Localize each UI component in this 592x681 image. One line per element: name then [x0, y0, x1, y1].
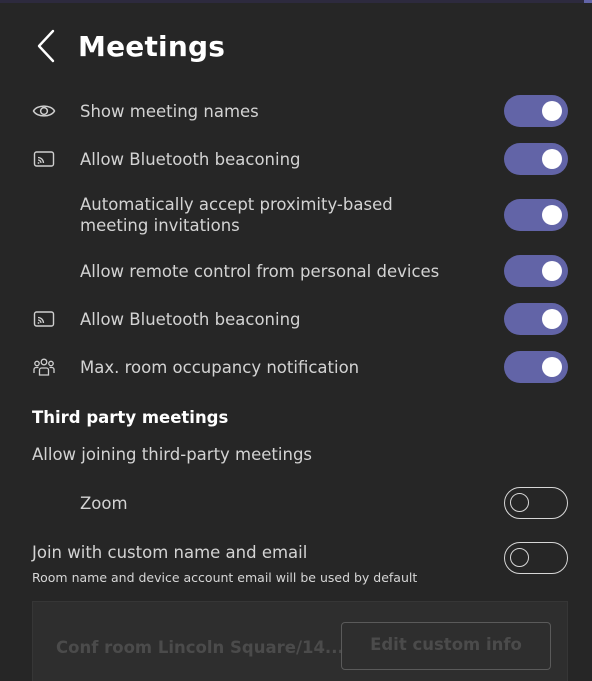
toggle-knob [542, 205, 562, 225]
show-meeting-names-toggle[interactable] [504, 95, 568, 127]
edit-custom-info-button[interactable]: Edit custom info [341, 622, 551, 670]
cast-icon [32, 147, 56, 171]
cast-icon [32, 307, 56, 331]
custom-identity-label: Join with custom name and email [32, 543, 308, 562]
room-name-text: Conf room Lincoln Square/14... [56, 638, 344, 657]
setting-row-auto-accept-proximity: Automatically accept proximity-based mee… [32, 193, 568, 237]
toggle-knob [510, 548, 529, 567]
toggle-knob [510, 493, 529, 512]
max-occupancy-toggle[interactable] [504, 351, 568, 383]
setting-row-max-occupancy: Max. room occupancy notification [32, 351, 568, 383]
back-button[interactable] [36, 28, 58, 64]
toggle-knob [542, 101, 562, 121]
third-party-section-title: Third party meetings [32, 408, 229, 427]
toggle-knob [542, 309, 562, 329]
auto-accept-proximity-toggle[interactable] [504, 199, 568, 231]
bluetooth-beaconing-2-toggle[interactable] [504, 303, 568, 335]
custom-identity-toggle[interactable] [504, 542, 568, 574]
setting-label: Allow Bluetooth beaconing [80, 309, 301, 329]
setting-row-zoom: Zoom [32, 487, 568, 519]
setting-label: Allow Bluetooth beaconing [80, 149, 301, 169]
toggle-knob [542, 149, 562, 169]
remote-control-toggle[interactable] [504, 255, 568, 287]
zoom-label: Zoom [80, 493, 128, 513]
chevron-left-icon [37, 29, 55, 63]
page-title: Meetings [78, 29, 226, 63]
eye-icon [32, 99, 56, 123]
zoom-toggle[interactable] [504, 487, 568, 519]
people-group-icon [32, 355, 56, 379]
bluetooth-beaconing-toggle[interactable] [504, 143, 568, 175]
custom-identity-hint: Room name and device account email will … [32, 570, 418, 585]
setting-label: Max. room occupancy notification [80, 357, 360, 377]
setting-label: Automatically accept proximity-based mee… [80, 195, 393, 235]
setting-label: Allow remote control from personal devic… [80, 261, 440, 281]
setting-row-bluetooth-beaconing-2: Allow Bluetooth beaconing [32, 303, 568, 335]
setting-row-show-meeting-names: Show meeting names [32, 95, 568, 127]
setting-row-remote-control: Allow remote control from personal devic… [32, 255, 568, 287]
toggle-knob [542, 261, 562, 281]
window-top-accent [0, 0, 592, 3]
page-header: Meetings [36, 28, 225, 64]
custom-info-panel: Conf room Lincoln Square/14... Edit cust… [32, 601, 568, 681]
setting-row-bluetooth-beaconing: Allow Bluetooth beaconing [32, 143, 568, 175]
toggle-knob [542, 357, 562, 377]
setting-label: Show meeting names [80, 101, 259, 121]
allow-third-party-label: Allow joining third-party meetings [32, 445, 313, 464]
